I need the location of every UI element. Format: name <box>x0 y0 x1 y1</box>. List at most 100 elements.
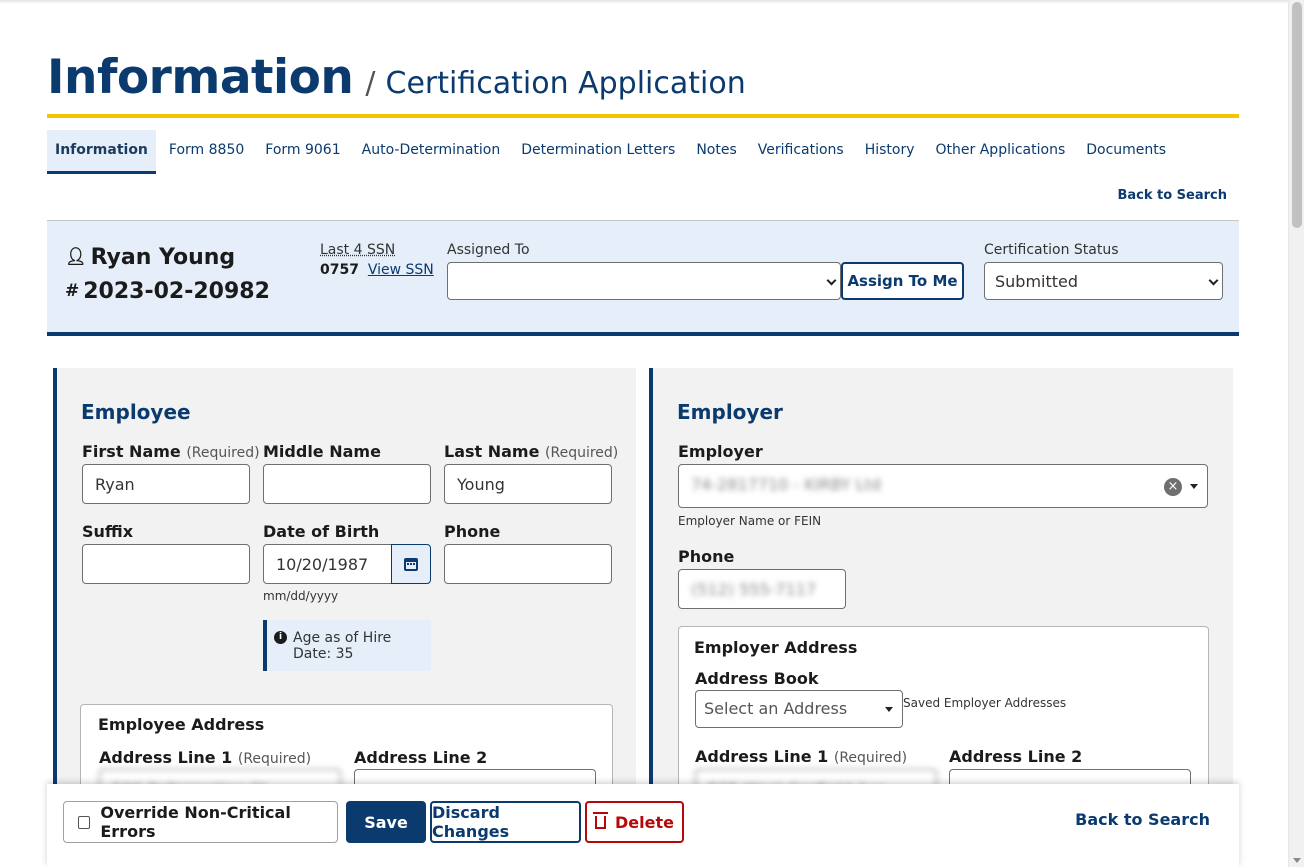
application-summary: 👤︎ Ryan Young # 2023-02-20982 Last 4 SSN… <box>47 221 1239 336</box>
first-name-input[interactable]: Ryan <box>82 464 250 504</box>
employer-panel: Employer Employer 74-2817710 - KIRBY Ltd… <box>649 368 1233 788</box>
assigned-to-group: Assigned To Assign To Me <box>447 242 964 300</box>
employee-panel: Employee First Name (Required) Ryan Midd… <box>53 368 636 788</box>
employer-address-heading: Employer Address <box>694 638 858 657</box>
tab-documents[interactable]: Documents <box>1078 130 1174 174</box>
view-ssn-link[interactable]: View SSN <box>368 262 434 278</box>
age-info-alert: i Age as of Hire Date: 35 <box>263 620 431 671</box>
employer-addr2-label: Address Line 2 <box>949 747 1083 766</box>
first-name-label-text: First Name <box>82 442 181 461</box>
ssn-value: 0757 View SSN <box>320 262 434 278</box>
employee-addr1-label: Address Line 1 (Required) <box>99 748 311 767</box>
tab-history[interactable]: History <box>857 130 923 174</box>
override-errors-label: Override Non-Critical Errors <box>100 803 291 841</box>
discard-changes-button[interactable]: Discard Changes <box>430 801 581 843</box>
required-tag: (Required) <box>237 751 312 767</box>
tab-determination-letters[interactable]: Determination Letters <box>513 130 683 174</box>
age-info-line2: Date: 35 <box>293 646 354 662</box>
page-title-main: Information <box>47 50 354 105</box>
checkbox-icon[interactable] <box>78 815 91 829</box>
tab-form-9061[interactable]: Form 9061 <box>257 130 348 174</box>
tab-form-8850[interactable]: Form 8850 <box>161 130 252 174</box>
middle-name-label: Middle Name <box>263 442 381 461</box>
back-to-search-link-bottom[interactable]: Back to Search <box>1075 810 1210 829</box>
scroll-down-arrow-icon[interactable] <box>1293 858 1301 863</box>
calendar-icon <box>404 557 418 571</box>
ssn-last4: 0757 <box>320 262 359 278</box>
address-book-label: Address Book <box>695 669 819 688</box>
age-info-line1: Age as of Hire <box>293 630 392 646</box>
back-to-search-link-top[interactable]: Back to Search <box>1117 188 1227 203</box>
calendar-button[interactable] <box>391 544 431 584</box>
employer-address-card: Employer Address Address Book Select an … <box>678 626 1209 788</box>
address-book-value: Select an Address <box>704 699 848 718</box>
applicant-name: Ryan Young <box>90 244 236 270</box>
employee-address-card: Employee Address Address Line 1 (Require… <box>80 704 613 788</box>
title-underline <box>47 114 1239 118</box>
title-separator: / <box>365 66 376 101</box>
employer-heading: Employer <box>677 400 783 424</box>
save-button[interactable]: Save <box>346 801 426 843</box>
suffix-input[interactable] <box>82 544 250 584</box>
override-errors-checkbox[interactable]: Override Non-Critical Errors <box>63 801 338 843</box>
employer-label: Employer <box>678 442 763 461</box>
middle-name-input[interactable] <box>263 464 431 504</box>
trash-icon <box>593 811 609 829</box>
tab-bar: Information Form 8850 Form 9061 Auto-Det… <box>47 130 1179 174</box>
ssn-label: Last 4 SSN <box>320 242 396 258</box>
assign-to-me-button[interactable]: Assign To Me <box>841 262 964 300</box>
delete-label: Delete <box>615 812 674 832</box>
employee-address-heading: Employee Address <box>98 715 265 734</box>
application-id: 2023-02-20982 <box>83 278 270 304</box>
employee-heading: Employee <box>81 400 191 424</box>
applicant-info: 👤︎ Ryan Young # 2023-02-20982 <box>65 240 270 308</box>
employer-addr1-label-text: Address Line 1 <box>695 747 829 766</box>
tab-information[interactable]: Information <box>47 130 156 174</box>
phone-label: Phone <box>444 522 501 541</box>
required-tag: (Required) <box>545 445 619 461</box>
first-name-label: First Name (Required) <box>82 442 260 461</box>
employer-hint: Employer Name or FEIN <box>678 514 822 528</box>
certification-status-select[interactable]: Submitted <box>984 262 1223 300</box>
page-scrollbar[interactable] <box>1288 0 1304 867</box>
scrollbar-thumb[interactable] <box>1292 2 1302 228</box>
hash-icon: # <box>65 281 80 301</box>
clear-icon[interactable]: × <box>1164 478 1182 496</box>
certification-status-value: Submitted <box>995 272 1079 291</box>
employer-value: 74-2817710 - KIRBY Ltd <box>691 475 881 494</box>
employee-addr1-label-text: Address Line 1 <box>99 748 233 767</box>
person-icon: 👤︎ <box>65 247 87 267</box>
address-book-select[interactable]: Select an Address <box>695 690 903 728</box>
phone-input[interactable] <box>444 544 612 584</box>
tab-auto-determination[interactable]: Auto-Determination <box>354 130 509 174</box>
tab-verifications[interactable]: Verifications <box>750 130 852 174</box>
last-name-label: Last Name (Required) <box>444 442 618 461</box>
last-name-label-text: Last Name <box>444 442 540 461</box>
dob-input[interactable]: 10/20/1987 <box>263 544 393 584</box>
assigned-to-label: Assigned To <box>447 242 530 258</box>
caret-down-icon <box>885 707 893 712</box>
page-subtitle: Certification Application <box>385 66 746 101</box>
last-name-input[interactable]: Young <box>444 464 612 504</box>
delete-button[interactable]: Delete <box>585 801 684 843</box>
dob-hint: mm/dd/yyyy <box>263 589 339 603</box>
action-bar: Override Non-Critical Errors Save Discar… <box>47 784 1239 867</box>
assigned-to-select[interactable] <box>447 262 841 300</box>
caret-down-icon <box>1190 484 1198 489</box>
info-icon: i <box>274 631 287 644</box>
employer-select[interactable]: 74-2817710 - KIRBY Ltd × <box>678 464 1208 508</box>
employer-phone-input[interactable]: (512) 555-7117 <box>678 569 846 609</box>
certification-status-group: Certification Status Submitted <box>984 242 1223 300</box>
ssn-block: Last 4 SSN 0757 View SSN <box>320 242 434 278</box>
employee-addr2-label: Address Line 2 <box>354 748 488 767</box>
employer-phone-label: Phone <box>678 547 735 566</box>
tab-notes[interactable]: Notes <box>688 130 744 174</box>
top-shadow <box>0 0 1288 4</box>
suffix-label: Suffix <box>82 522 134 541</box>
required-tag: (Required) <box>186 445 260 461</box>
tab-other-applications[interactable]: Other Applications <box>928 130 1074 174</box>
chevron-down-icon <box>826 275 837 286</box>
address-book-hint: Saved Employer Addresses <box>903 696 1067 710</box>
required-tag: (Required) <box>833 750 908 766</box>
employer-addr1-label: Address Line 1 (Required) <box>695 747 907 766</box>
